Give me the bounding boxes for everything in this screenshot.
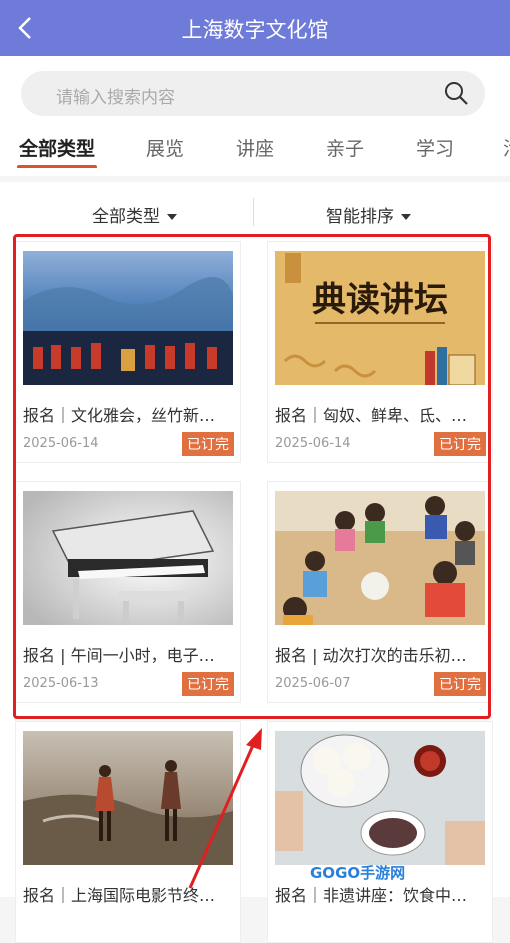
filter-bar: 全部类型 智能排序	[0, 182, 510, 238]
dropdown-caret-icon	[401, 214, 411, 220]
search-icon[interactable]	[443, 80, 469, 106]
type-filter-label: 全部类型	[92, 207, 160, 227]
app-header: 上海数字文化馆	[0, 0, 510, 56]
tab-all-types[interactable]: 全部类型	[17, 134, 98, 168]
category-tabs: 全部类型 展览 讲座 亲子 学习 活	[0, 128, 510, 168]
search-input[interactable]: 请输入搜索内容	[21, 71, 485, 116]
watermark-logo: GOGO手游网	[310, 864, 406, 882]
tab-lecture[interactable]: 讲座	[236, 134, 274, 161]
tab-parent-child[interactable]: 亲子	[326, 134, 364, 161]
tab-label: 全部类型	[19, 138, 96, 160]
type-filter-dropdown[interactable]: 全部类型	[92, 202, 177, 227]
search-placeholder: 请输入搜索内容	[56, 88, 175, 108]
filter-divider	[253, 198, 254, 226]
tab-exhibition[interactable]: 展览	[146, 134, 184, 161]
active-tab-underline	[17, 165, 98, 168]
event-grid: 报名｜文化雅会，丝竹新… 2025-06-14 已订完 典读讲坛 报名｜匈奴、鲜…	[0, 238, 510, 943]
search-area: 请输入搜索内容 全部类型 展览 讲座 亲子 学习 活	[0, 56, 510, 176]
annotation-arrow-icon	[188, 728, 262, 889]
sort-label: 智能排序	[326, 207, 394, 227]
page-title: 上海数字文化馆	[181, 18, 329, 42]
tab-activity[interactable]: 活	[503, 134, 510, 161]
sort-dropdown[interactable]: 智能排序	[326, 202, 411, 227]
tab-study[interactable]: 学习	[416, 134, 454, 161]
dropdown-caret-icon	[167, 214, 177, 220]
